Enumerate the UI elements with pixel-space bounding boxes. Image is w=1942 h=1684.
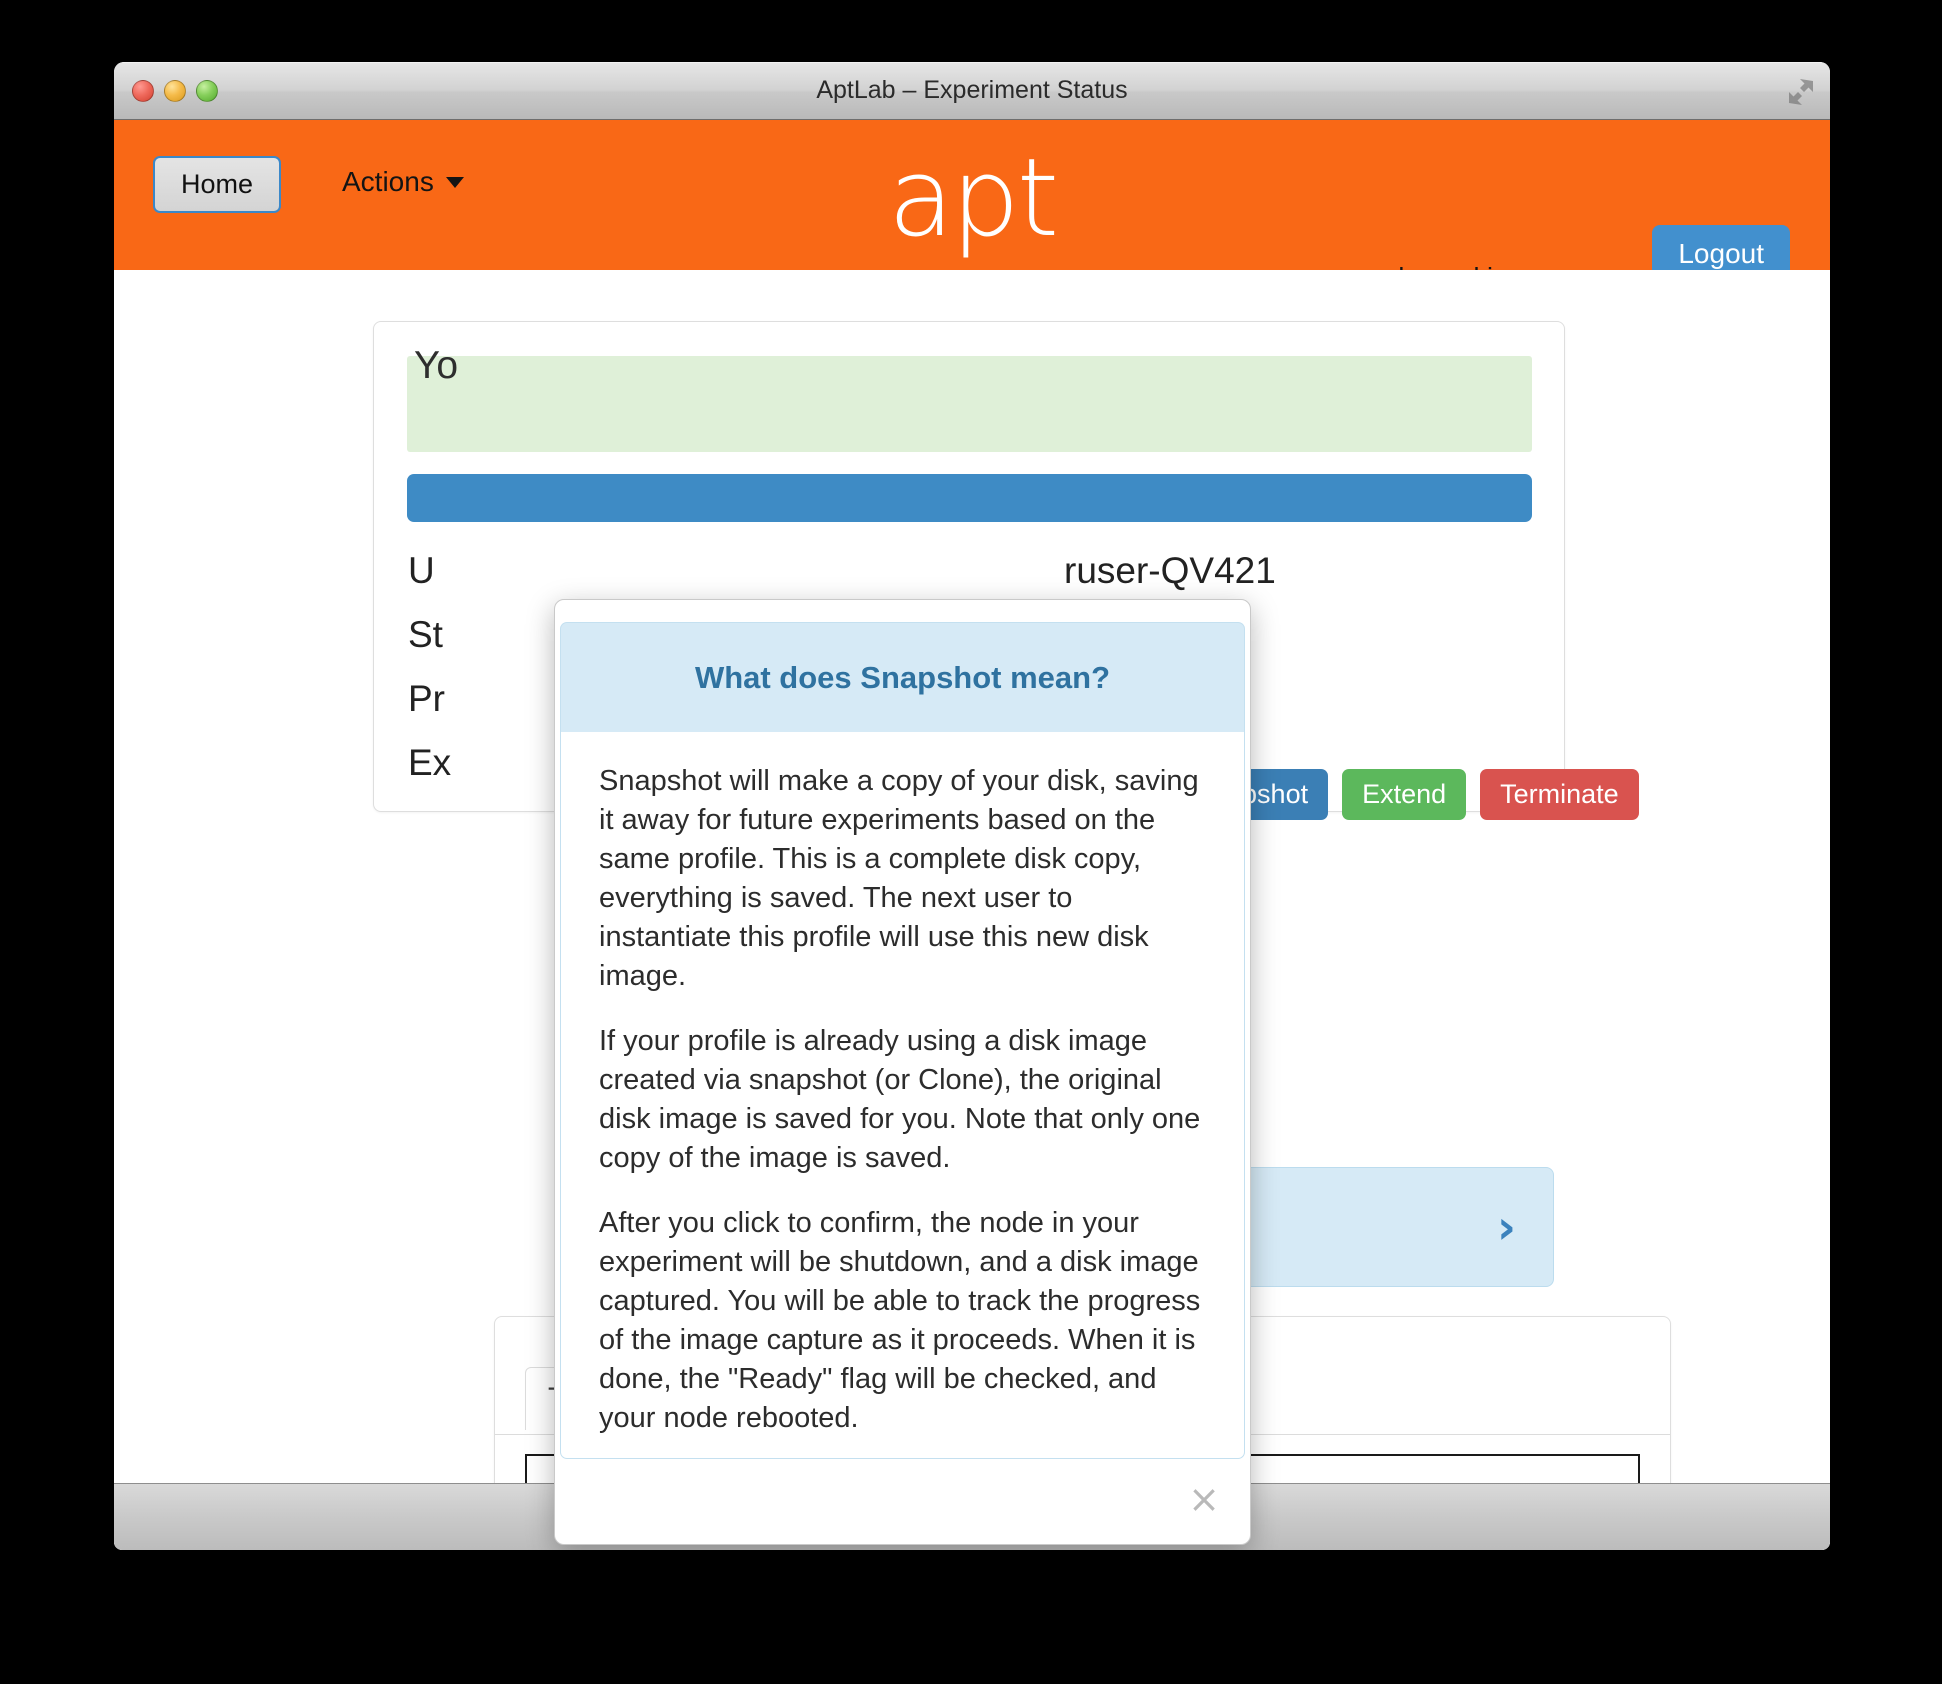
extend-button[interactable]: Extend bbox=[1342, 769, 1467, 820]
close-icon[interactable]: × bbox=[1188, 1480, 1220, 1518]
chevron-right-icon[interactable]: › bbox=[1497, 1204, 1516, 1250]
application-window: AptLab – Experiment Status Home Actions … bbox=[114, 62, 1830, 1550]
snapshot-help-modal: What does Snapshot mean? Snapshot will m… bbox=[554, 599, 1251, 1545]
window-title: AptLab – Experiment Status bbox=[816, 76, 1128, 104]
modal-paragraph-1: Snapshot will make a copy of your disk, … bbox=[599, 765, 1199, 992]
modal-paragraph-3: After you click to confirm, the node in … bbox=[599, 1207, 1201, 1434]
terminate-button[interactable]: Terminate bbox=[1480, 769, 1639, 820]
modal-body: Snapshot will make a copy of your disk, … bbox=[560, 732, 1245, 1459]
modal-title: What does Snapshot mean? bbox=[694, 659, 1111, 695]
modal-header: What does Snapshot mean? bbox=[560, 622, 1245, 732]
detail-row-label-3: Pr bbox=[408, 678, 445, 719]
resize-icon[interactable] bbox=[1786, 77, 1816, 107]
status-alert-banner bbox=[407, 356, 1532, 452]
window-titlebar: AptLab – Experiment Status bbox=[114, 62, 1830, 120]
detail-row-label-1: U bbox=[408, 550, 435, 591]
page-body: Yo U ruser-QV421 St Pr Ex Snapshot Exten… bbox=[114, 270, 1830, 1550]
brand-logo: apt bbox=[887, 136, 1059, 261]
detail-row-label-2: St bbox=[408, 614, 443, 655]
modal-paragraph-2: If your profile is already using a disk … bbox=[599, 1025, 1201, 1174]
detail-row-value-1: ruser-QV421 bbox=[1064, 550, 1276, 591]
screen-root: AptLab – Experiment Status Home Actions … bbox=[0, 0, 1942, 1684]
detail-row-label-4: Ex bbox=[408, 742, 452, 783]
status-alert-text: Yo bbox=[414, 344, 459, 387]
progress-bar bbox=[407, 474, 1532, 522]
app-header: Home Actions apt rpruser logged in Logou… bbox=[114, 120, 1830, 293]
